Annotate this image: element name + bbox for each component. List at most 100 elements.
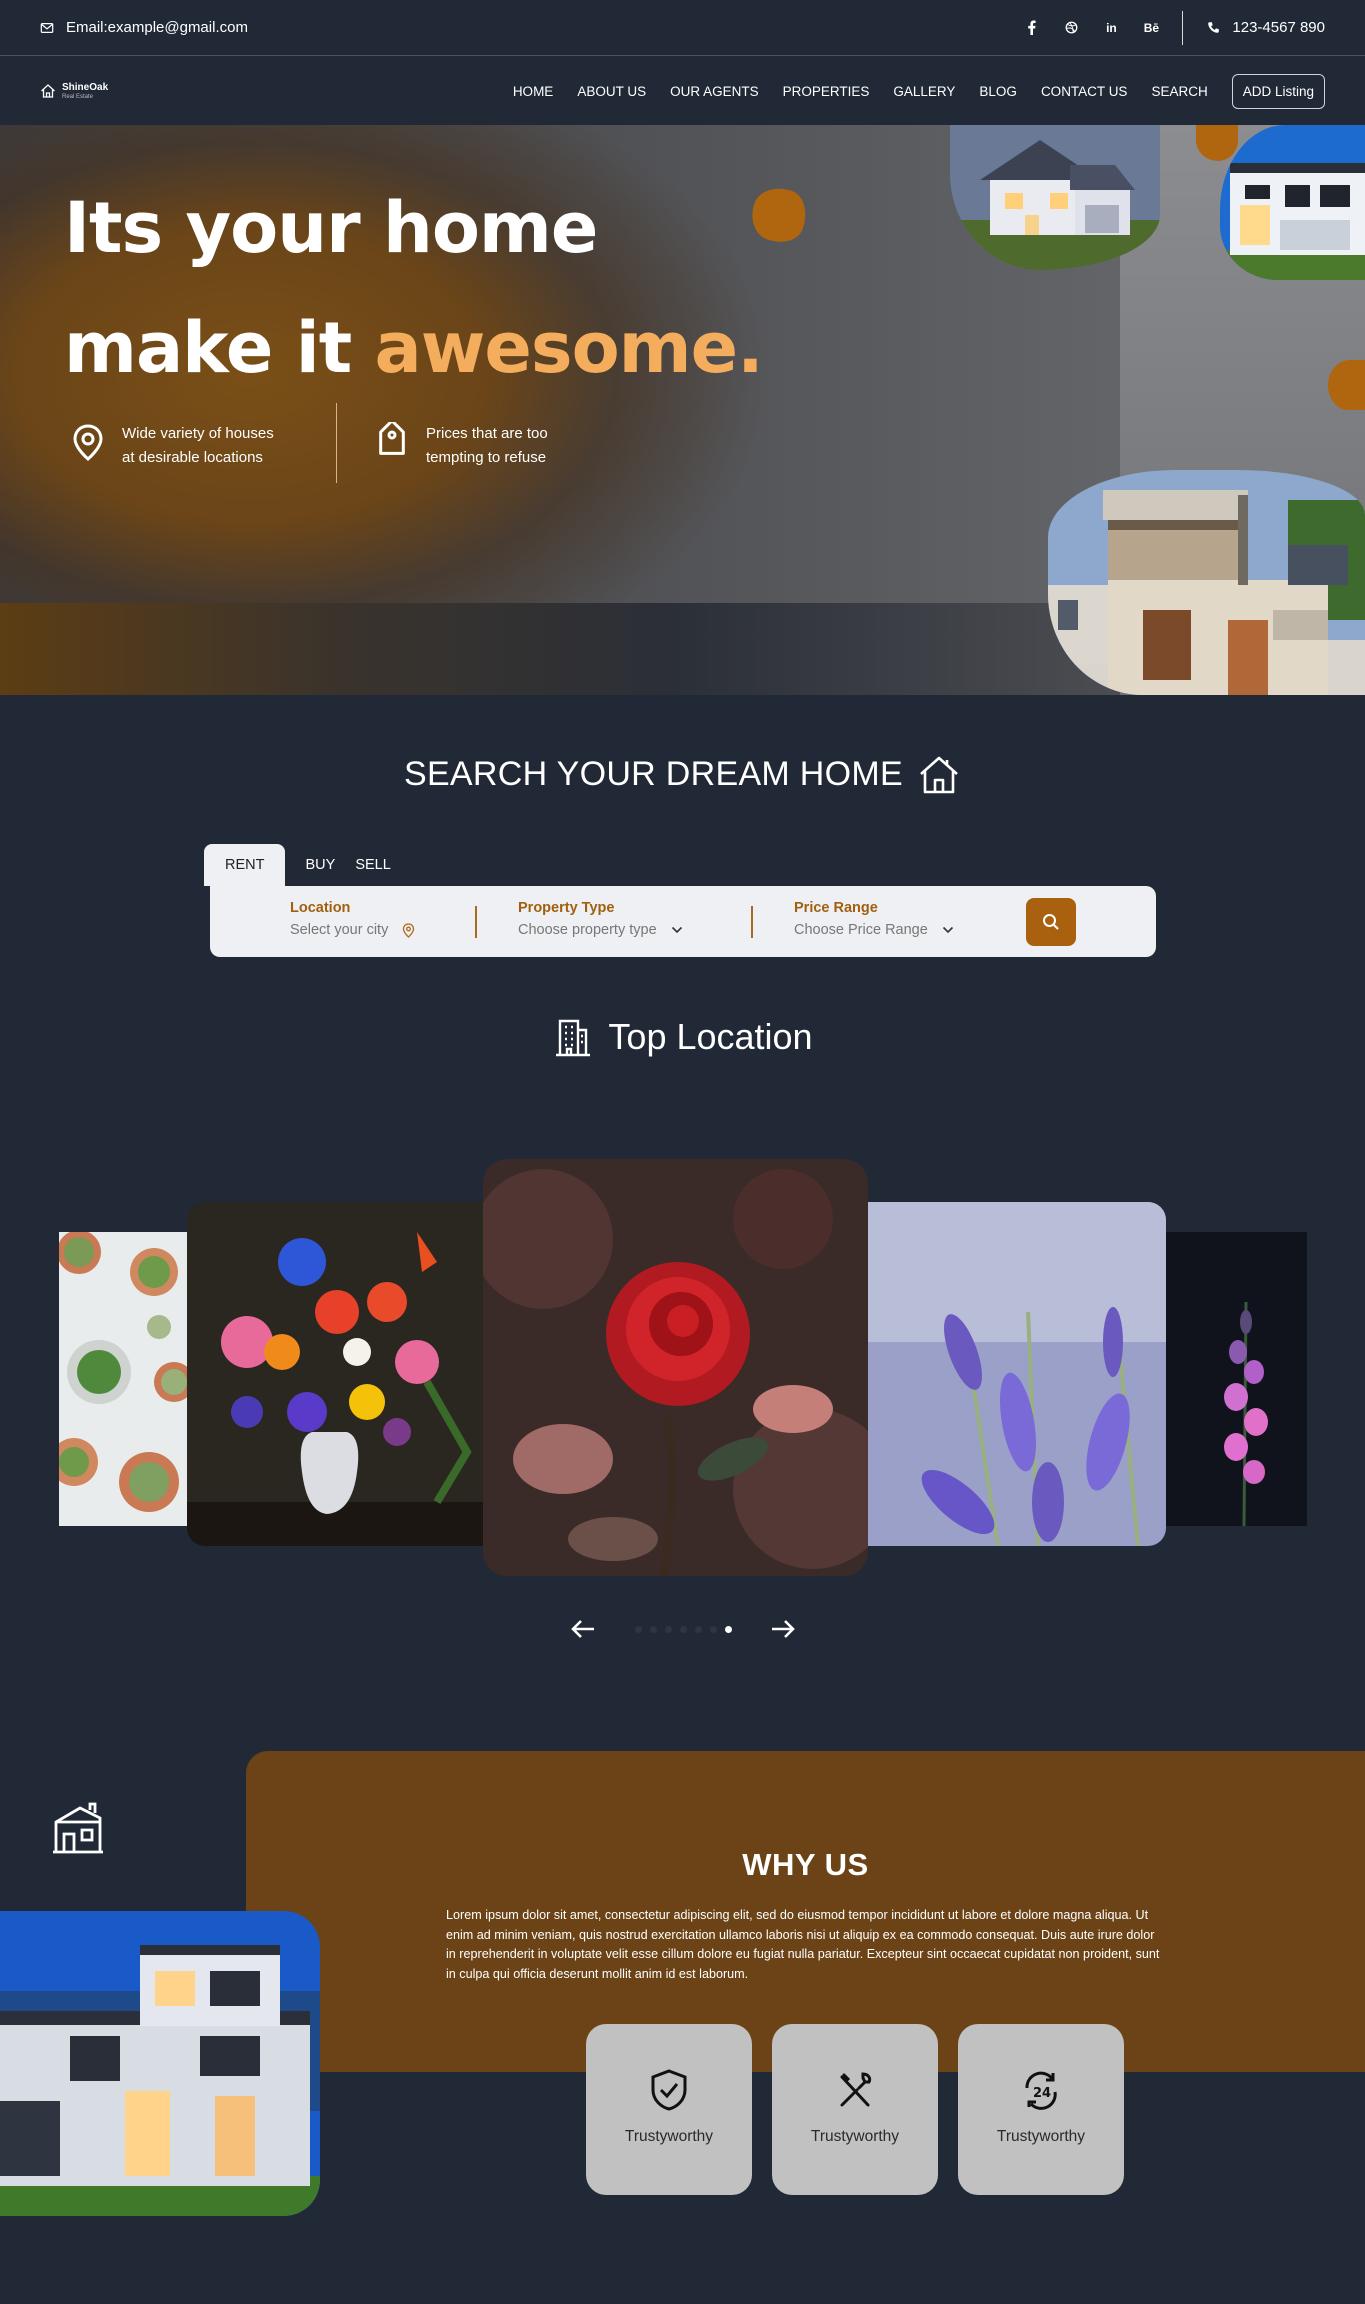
feature-variety-line2: at desirable locations	[122, 449, 263, 466]
logo-name: ShineOak	[62, 81, 109, 93]
house-logo-icon	[41, 84, 55, 98]
property-type-select[interactable]: Choose property type	[518, 922, 657, 938]
home-icon	[920, 756, 958, 794]
tab-sell[interactable]: SELL	[345, 844, 400, 886]
hero-bottom-band	[0, 603, 1120, 695]
chevron-down-icon	[671, 926, 682, 934]
carousel-dot[interactable]	[694, 1625, 702, 1633]
logo-tagline: Real Estate	[62, 93, 94, 100]
hero-headline-line1: Its your home	[64, 187, 598, 269]
main-nav: ShineOak Real Estate HOME ABOUT US OUR A…	[0, 57, 1365, 125]
trust-card-support[interactable]: 24 Trustyworthy	[958, 2024, 1124, 2195]
behance-icon[interactable]: Bē	[1144, 21, 1159, 35]
price-range-select[interactable]: Choose Price Range	[794, 922, 928, 938]
trust-card-tools[interactable]: Trustyworthy	[772, 2024, 938, 2195]
arrow-right-icon[interactable]	[770, 1618, 796, 1640]
location-select[interactable]: Select your city	[290, 922, 388, 938]
location-pin-icon	[403, 922, 415, 938]
email-text: Email:example@gmail.com	[66, 19, 248, 36]
logo[interactable]: ShineOak Real Estate	[40, 81, 109, 100]
top-location-text: Top Location	[608, 1016, 813, 1057]
arrow-left-icon[interactable]	[570, 1618, 596, 1640]
decorative-blob	[744, 180, 814, 250]
nav-item-search[interactable]: SEARCH	[1151, 84, 1207, 99]
nav-menu: HOME ABOUT US OUR AGENTS PROPERTIES GALL…	[513, 73, 1325, 109]
top-bar: Email:example@gmail.com in Bē 123-4567 8…	[0, 0, 1365, 56]
why-us-text: Lorem ipsum dolor sit amet, consectetur …	[446, 1908, 1160, 1981]
field-divider	[751, 906, 753, 938]
price-range-label: Price Range	[794, 900, 878, 916]
phone-icon	[1208, 22, 1220, 33]
dribbble-icon[interactable]	[1064, 21, 1078, 34]
linkedin-icon[interactable]: in	[1104, 21, 1118, 35]
hero-headline-line2: make it awesome.	[64, 313, 764, 383]
why-us-title: WHY US	[742, 1847, 869, 1882]
tools-icon	[840, 2072, 872, 2107]
nav-item-our-agents[interactable]: OUR AGENTS	[670, 84, 759, 99]
social-links: in Bē	[1024, 20, 1182, 35]
carousel-card-bouquet[interactable]	[187, 1202, 487, 1546]
building-house-icon	[50, 1800, 106, 1861]
house-image-bottom	[1048, 470, 1365, 695]
phone-contact[interactable]: 123-4567 890	[1183, 19, 1325, 36]
carousel-card-rose[interactable]	[483, 1159, 868, 1576]
price-range-field[interactable]: Price Range Choose Price Range	[794, 900, 954, 938]
carousel-dot[interactable]	[709, 1625, 717, 1633]
property-type-field[interactable]: Property Type Choose property type	[518, 900, 683, 938]
location-pin-icon	[73, 424, 103, 461]
trust-card-shield[interactable]: Trustyworthy	[586, 2024, 752, 2195]
search-title-text: SEARCH YOUR DREAM HOME	[403, 754, 904, 793]
building-icon	[556, 1019, 591, 1057]
email-contact[interactable]: Email:example@gmail.com	[40, 19, 248, 36]
carousel-dot[interactable]	[724, 1625, 732, 1633]
search-icon	[1043, 914, 1059, 930]
carousel-card-foxglove[interactable]	[1166, 1232, 1307, 1526]
decorative-blob	[1328, 360, 1365, 410]
phone-text: 123-4567 890	[1232, 19, 1325, 36]
hero-headline-accent: awesome.	[374, 307, 764, 389]
trust-card-label: Trustyworthy	[996, 2128, 1086, 2145]
add-listing-button[interactable]: ADD Listing	[1231, 73, 1325, 109]
field-divider	[475, 906, 477, 938]
trust-card-label: Trustyworthy	[810, 2128, 900, 2145]
location-label: Location	[290, 900, 351, 916]
facebook-icon[interactable]	[1024, 20, 1038, 35]
carousel-card-lavender[interactable]	[868, 1202, 1166, 1546]
carousel-controls	[570, 1614, 796, 1644]
feature-divider	[336, 403, 337, 483]
carousel-dot[interactable]	[649, 1625, 657, 1633]
carousel-dot[interactable]	[679, 1625, 687, 1633]
search-section-title: SEARCH YOUR DREAM HOME	[0, 752, 1365, 796]
property-type-label: Property Type	[518, 900, 615, 916]
search-button[interactable]	[1026, 898, 1076, 946]
nav-item-about-us[interactable]: ABOUT US	[577, 84, 646, 99]
feature-prices: Prices that are too tempting to refuse	[372, 422, 548, 470]
feature-variety-line1: Wide variety of houses	[122, 425, 274, 442]
nav-item-contact-us[interactable]: CONTACT US	[1041, 84, 1128, 99]
tab-rent[interactable]: RENT	[204, 844, 286, 886]
tab-buy[interactable]: BUY	[285, 844, 345, 886]
nav-item-gallery[interactable]: GALLERY	[893, 84, 955, 99]
carousel-dot[interactable]	[664, 1625, 672, 1633]
house-image-top	[950, 125, 1160, 270]
nav-item-blog[interactable]: BLOG	[979, 84, 1017, 99]
top-location-title: Top Location	[0, 1016, 1365, 1058]
location-field[interactable]: Location Select your city	[290, 900, 415, 938]
shield-check-icon	[651, 2069, 687, 2111]
carousel-dot[interactable]	[634, 1625, 642, 1633]
house-image-right	[1220, 125, 1365, 280]
trust-card-label: Trustyworthy	[624, 2128, 714, 2145]
chevron-down-icon	[942, 926, 953, 934]
nav-item-home[interactable]: HOME	[513, 84, 554, 99]
feature-prices-line1: Prices that are too	[426, 425, 548, 442]
why-us-house-image	[0, 1911, 320, 2216]
nav-item-properties[interactable]: PROPERTIES	[783, 84, 870, 99]
hero-section: Its your home make it awesome. Wide vari…	[0, 125, 1365, 695]
feature-prices-line2: tempting to refuse	[426, 449, 547, 466]
search-bar: Location Select your city Property Type …	[210, 886, 1156, 957]
price-tag-icon	[379, 422, 405, 455]
carousel-card-succulents[interactable]	[59, 1232, 187, 1526]
mail-icon	[40, 22, 54, 33]
hero-headline-plain: make it	[64, 307, 375, 389]
search-tabs: RENT BUY SELL	[204, 844, 401, 886]
